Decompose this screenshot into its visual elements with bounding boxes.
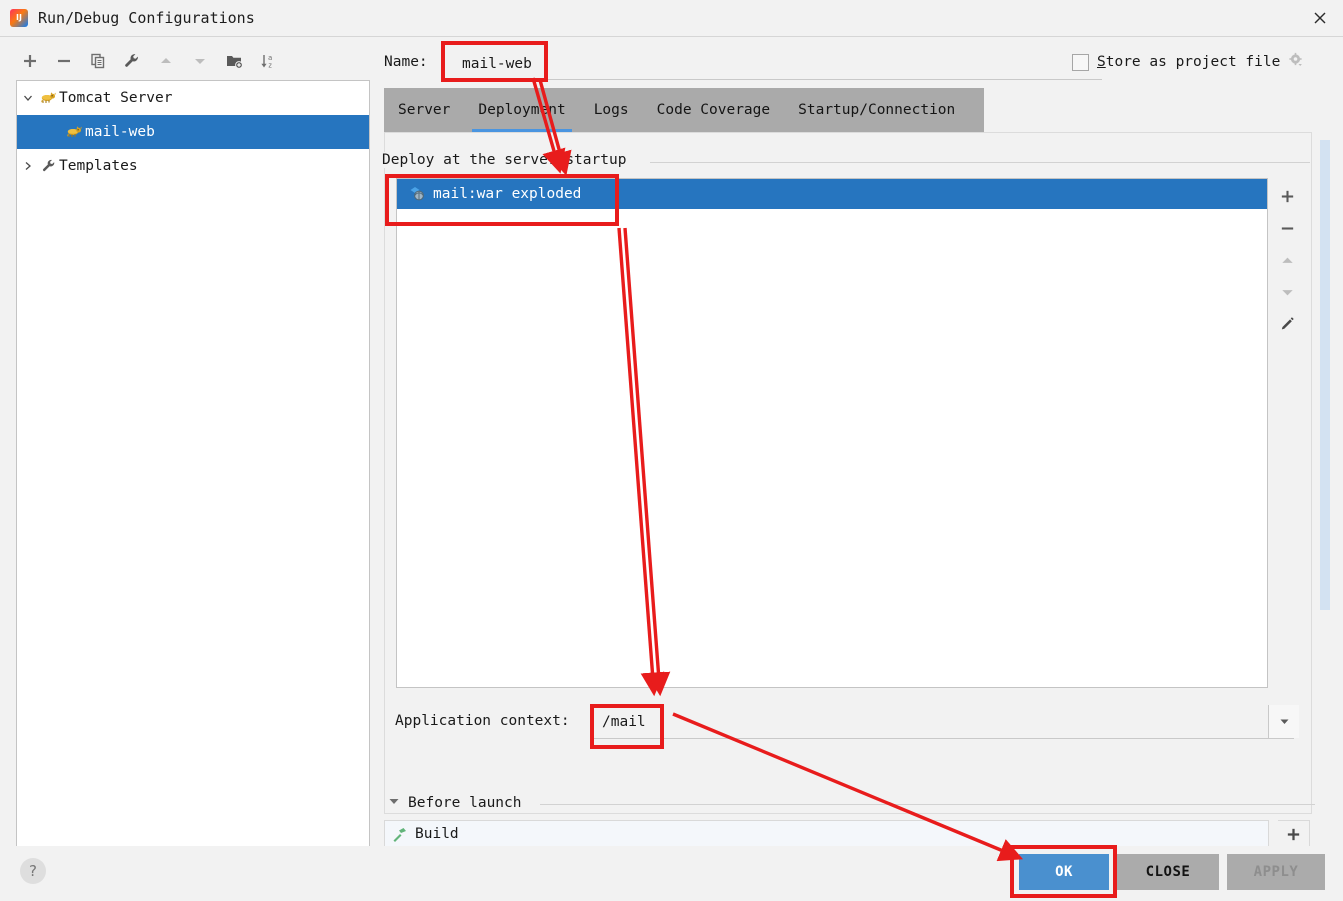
store-label-rest: tore as project file (1105, 54, 1281, 70)
remove-configuration-button[interactable] (48, 46, 80, 76)
before-launch-task-list[interactable]: Build (384, 820, 1269, 848)
store-label-mnemonic: S (1097, 54, 1106, 70)
move-artifact-up-button[interactable] (1271, 244, 1303, 276)
tree-node-label: Tomcat Server (59, 90, 173, 106)
deployment-item-label: mail:war exploded (433, 186, 582, 202)
tree-node-templates[interactable]: Templates (17, 149, 369, 183)
close-icon[interactable] (1297, 0, 1343, 36)
configurations-tree[interactable]: Tomcat Server mail-web Templates (16, 80, 370, 847)
before-launch-task-label: Build (415, 826, 459, 842)
intellij-idea-logo-icon (10, 9, 28, 27)
tab-startup-connection[interactable]: Startup/Connection (784, 88, 969, 132)
application-context-label: Application context: (395, 713, 570, 729)
add-artifact-button[interactable] (1271, 180, 1303, 212)
tab-logs[interactable]: Logs (580, 88, 643, 132)
pencil-icon[interactable] (1271, 308, 1303, 340)
tree-node-mail-web[interactable]: mail-web (17, 115, 369, 149)
deployment-list-item[interactable]: mail:war exploded (397, 179, 1267, 209)
tab-deployment[interactable]: Deployment (464, 88, 579, 132)
question-mark-icon[interactable]: ? (20, 858, 46, 884)
configuration-tabs[interactable]: Server Deployment Logs Code Coverage Sta… (384, 88, 984, 132)
deployment-artifact-list[interactable]: mail:war exploded (396, 178, 1268, 688)
tab-server[interactable]: Server (384, 88, 464, 132)
move-down-button[interactable] (184, 46, 216, 76)
svg-text:z: z (268, 62, 272, 70)
before-launch-rule (540, 804, 1315, 805)
name-label: Name: (384, 54, 428, 70)
apply-button: APPLY (1227, 854, 1325, 890)
artifact-icon (409, 186, 426, 202)
tab-code-coverage[interactable]: Code Coverage (643, 88, 785, 132)
tomcat-icon (39, 91, 59, 105)
store-as-project-file-row[interactable]: Store as project file (1072, 52, 1304, 72)
add-configuration-button[interactable] (14, 46, 46, 76)
move-up-button[interactable] (150, 46, 182, 76)
store-as-project-file-checkbox[interactable] (1072, 53, 1089, 71)
window-title-bar: Run/Debug Configurations (0, 0, 1343, 37)
tomcat-icon (39, 125, 85, 139)
triangle-down-icon[interactable] (388, 795, 400, 811)
wrench-icon (39, 158, 59, 174)
application-context-input[interactable] (594, 705, 1294, 739)
name-input[interactable] (454, 48, 1102, 80)
store-as-project-file-label[interactable]: Store as project file (1097, 54, 1280, 70)
window-title: Run/Debug Configurations (38, 9, 255, 27)
chevron-right-icon[interactable] (17, 160, 39, 172)
gear-icon[interactable] (1288, 52, 1304, 72)
add-before-launch-task-button[interactable] (1278, 820, 1310, 848)
wrench-icon[interactable] (116, 46, 148, 76)
ok-button[interactable]: OK (1019, 854, 1109, 890)
folder-add-icon[interactable] (218, 46, 250, 76)
tree-node-tomcat-server[interactable]: Tomcat Server (17, 81, 369, 115)
build-hammer-icon (391, 826, 408, 843)
deployment-group-rule (650, 162, 1310, 163)
sort-alpha-icon[interactable]: a z (252, 46, 284, 76)
before-launch-header[interactable]: Before launch (388, 795, 522, 811)
right-panel-scrollbar-thumb[interactable] (1320, 140, 1330, 610)
tree-node-label: Templates (59, 158, 138, 174)
close-button[interactable]: CLOSE (1117, 854, 1219, 890)
move-artifact-down-button[interactable] (1271, 276, 1303, 308)
chevron-down-icon[interactable] (17, 92, 39, 104)
remove-artifact-button[interactable] (1271, 212, 1303, 244)
configurations-toolbar: a z (14, 44, 370, 78)
copy-configuration-button[interactable] (82, 46, 114, 76)
deployment-list-buttons (1270, 180, 1304, 355)
before-launch-label: Before launch (408, 795, 522, 811)
chevron-down-icon[interactable] (1268, 705, 1299, 738)
deployment-group-title: Deploy at the server startup (382, 152, 635, 168)
tree-node-label: mail-web (85, 124, 155, 140)
